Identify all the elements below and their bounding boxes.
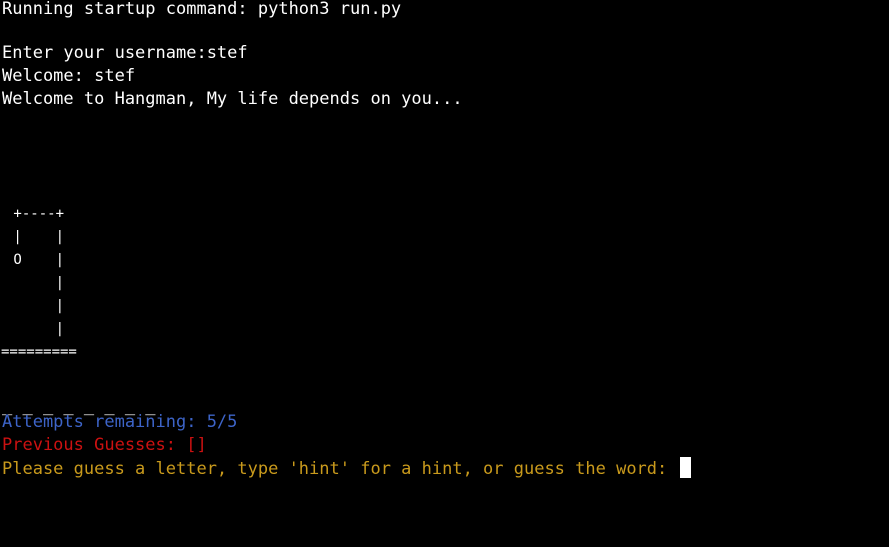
attempts-remaining-line: Attempts remaining: 5/5 xyxy=(2,412,238,432)
terminal-window[interactable]: Running startup command: python3 run.py … xyxy=(0,0,891,549)
guess-input-line[interactable]: Please guess a letter, type 'hint' for a… xyxy=(2,457,691,481)
gallows-line: +----+ xyxy=(5,206,65,222)
gallows-base: ========= xyxy=(1,344,77,360)
gallows-line: O | xyxy=(5,252,65,268)
welcome-user-line: Welcome: stef xyxy=(2,66,136,86)
gallows-line: | | xyxy=(5,229,65,245)
guess-prompt: Please guess a letter, type 'hint' for a… xyxy=(2,459,678,479)
text-cursor[interactable] xyxy=(679,457,691,478)
previous-guesses-line: Previous Guesses: [] xyxy=(2,435,207,455)
gallows-line: | xyxy=(5,321,65,337)
gallows-line: | xyxy=(5,298,65,314)
welcome-game-line: Welcome to Hangman, My life depends on y… xyxy=(2,89,463,109)
gallows-line: | xyxy=(5,275,65,291)
username-prompt-line: Enter your username:stef xyxy=(2,43,248,63)
startup-command-line: Running startup command: python3 run.py xyxy=(2,0,402,19)
